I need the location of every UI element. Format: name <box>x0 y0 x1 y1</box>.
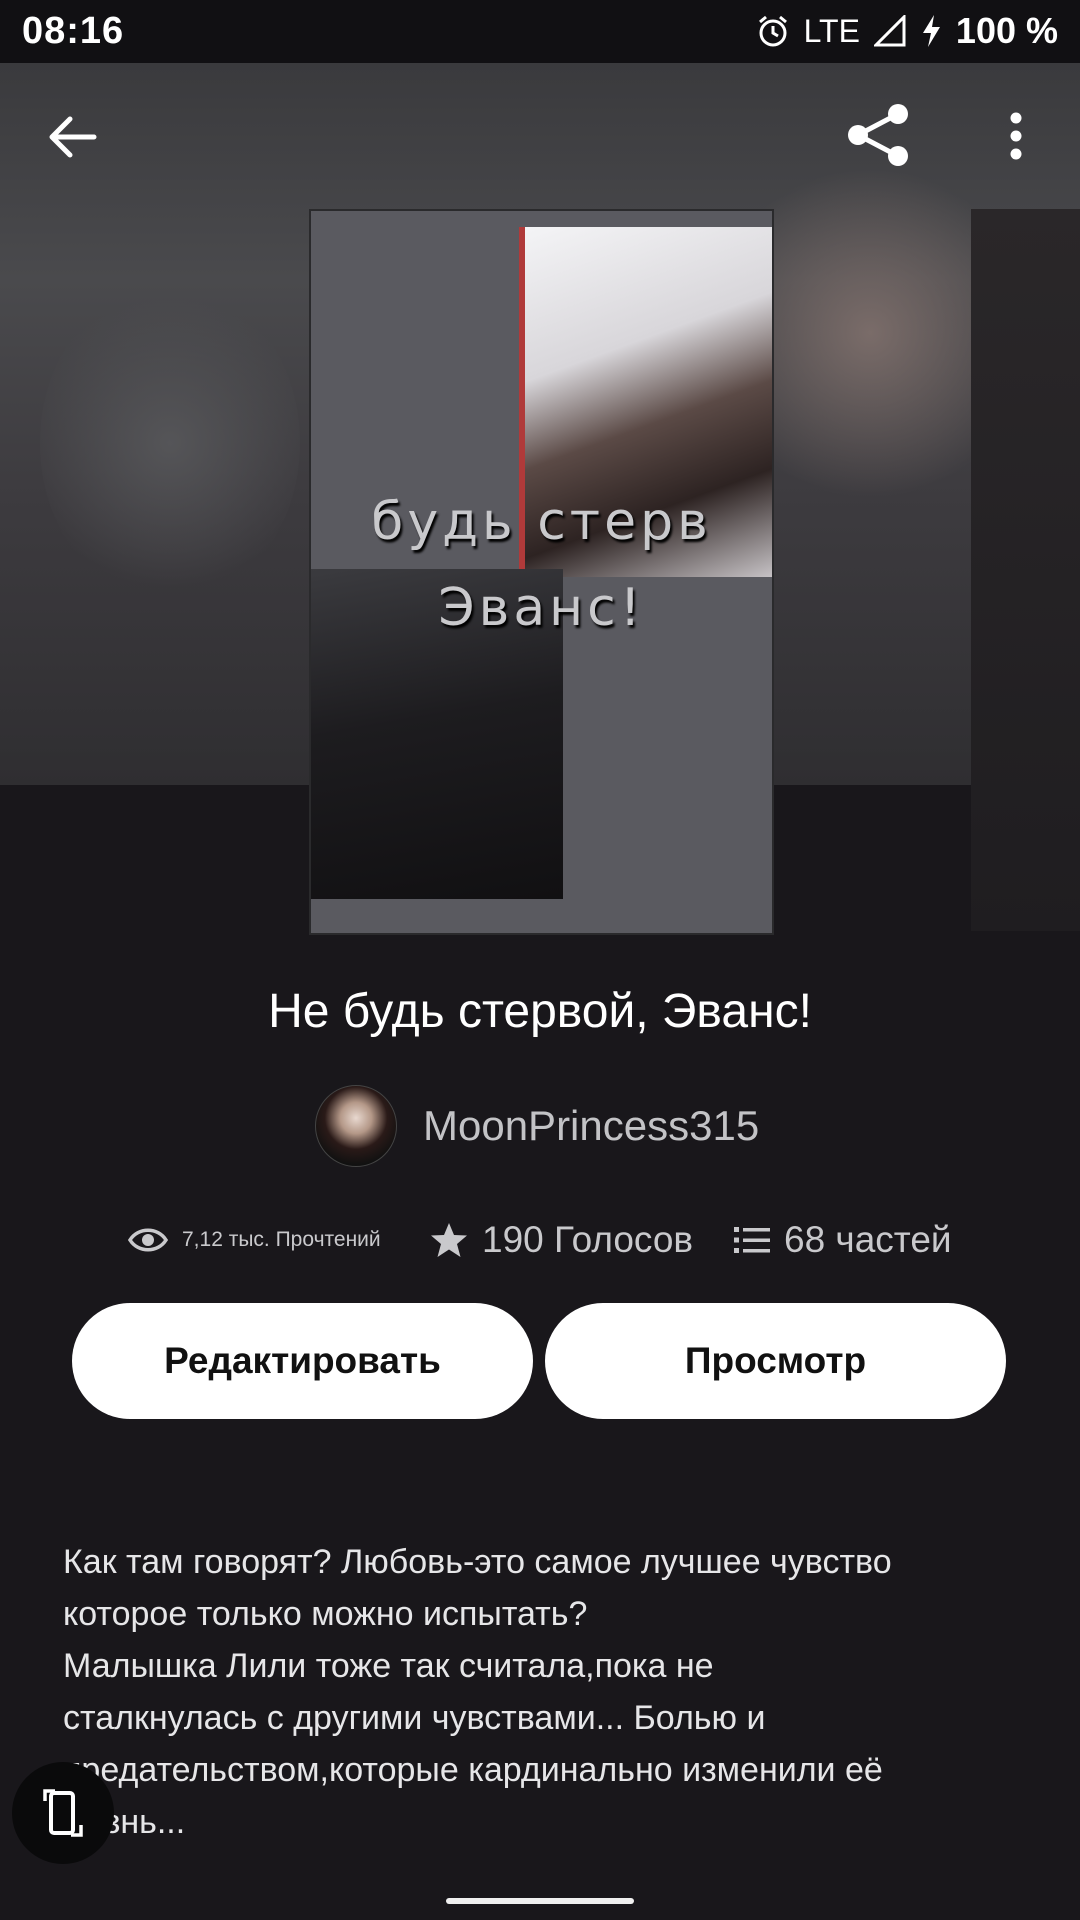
story-title: Не будь стервой, Эванс! <box>268 985 812 1038</box>
description-line: Как там говорят? Любовь-это самое лучшее… <box>63 1543 892 1581</box>
story-description: Как там говорят? Любовь-это самое лучшее… <box>63 1536 1023 1848</box>
battery-level: 100 % <box>955 10 1058 51</box>
story-details-screen: 08:16 LTE 100 % будь стерв Эванс! Не буд… <box>0 0 1080 1920</box>
story-stats: 7,12 тыс. Прочтений 190 Голосов 68 часте… <box>0 1212 1080 1268</box>
edit-button[interactable]: Редактировать <box>72 1303 533 1419</box>
author-link[interactable]: MoonPrincess315 <box>315 1085 759 1167</box>
reads-stat: 7,12 тыс. Прочтений <box>128 1212 381 1268</box>
screen-rotation-icon <box>43 1789 83 1837</box>
parts-stat: 68 частей <box>734 1212 952 1268</box>
votes-stat: 190 Голосов <box>430 1212 693 1268</box>
description-line: которое только можно испытать? <box>63 1595 588 1633</box>
avatar[interactable] <box>315 1085 397 1167</box>
reads-count: 7,12 тыс. Прочтений <box>182 1228 381 1251</box>
cover-line-1: будь стерв <box>371 492 712 552</box>
next-cover-peek[interactable] <box>971 209 1080 931</box>
description-line: сталкнулась с другими чувствами... Болью… <box>63 1699 766 1737</box>
parts-count: 68 частей <box>784 1219 952 1260</box>
status-icons: LTE 100 % <box>756 8 1058 54</box>
list-icon <box>734 1227 770 1253</box>
description-line: предательством,которые кардинально измен… <box>63 1751 883 1789</box>
view-button[interactable]: Просмотр <box>545 1303 1006 1419</box>
rotate-screen-button[interactable] <box>12 1762 114 1864</box>
alarm-icon <box>758 15 787 47</box>
description-line: жизнь... <box>63 1803 186 1841</box>
home-indicator[interactable] <box>446 1898 634 1904</box>
story-cover[interactable]: будь стерв Эванс! <box>309 209 774 935</box>
signal-icon <box>873 15 906 47</box>
eye-icon <box>128 1228 168 1252</box>
cover-line-2: Эванс! <box>438 578 645 638</box>
network-type: LTE <box>803 12 860 49</box>
cover-title-art: будь стерв Эванс! <box>311 479 772 651</box>
status-time: 08:16 <box>22 10 125 52</box>
charging-icon <box>922 15 940 47</box>
status-bar: 08:16 LTE 100 % <box>0 0 1080 63</box>
share-icon[interactable] <box>846 102 912 168</box>
back-arrow-icon[interactable] <box>46 111 98 163</box>
votes-count: 190 Голосов <box>482 1219 694 1260</box>
star-icon <box>431 1223 467 1257</box>
more-vertical-icon[interactable] <box>1004 112 1028 160</box>
author-name[interactable]: MoonPrincess315 <box>423 1102 759 1150</box>
description-line: Малышка Лили тоже так считала,пока не <box>63 1647 714 1685</box>
